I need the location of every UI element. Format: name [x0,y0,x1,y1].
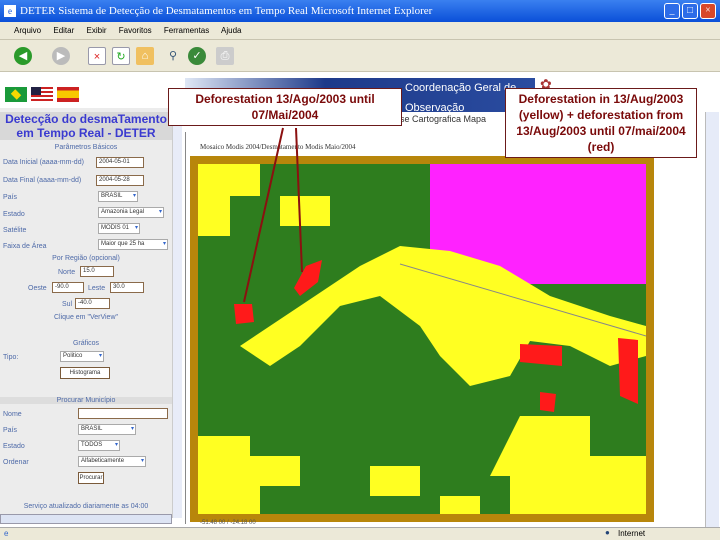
maximize-button[interactable]: □ [682,3,698,19]
region-header: Por Região (opcional) [52,255,120,262]
zone-label: Internet [618,529,646,538]
municipio-pais-select[interactable]: BRASIL [78,424,136,435]
map-tabs[interactable]: se Cartografica Mapa [400,114,486,124]
tipo-select[interactable]: Politico [60,351,104,362]
faixa-select[interactable]: Maior que 25 ha [98,239,168,250]
histograma-button[interactable]: Histograma [60,367,110,379]
globe-icon: ● [605,528,610,537]
panel-title: Detecção do desmaTamento em Tempo Real -… [0,112,172,140]
window-title: DETER Sistema de Detecção de Desmatament… [20,5,433,17]
menu-editar[interactable]: Editar [53,26,74,35]
menu-arquivo[interactable]: Arquivo [14,26,41,35]
left-panel: Detecção do desmaTamento em Tempo Real -… [0,108,172,518]
favorites-icon[interactable]: ✓ [188,47,206,65]
close-button[interactable]: × [700,3,716,19]
municipio-estado-select[interactable]: TODOS [78,440,120,451]
satelite-select[interactable]: MODIS 01 [98,223,140,234]
left-panel-scrollbar[interactable] [172,108,182,518]
municipio-estado-label: Estado [3,443,25,450]
menu-exibir[interactable]: Exibir [87,26,107,35]
data-final-input[interactable]: 2004-05-28 [96,175,144,186]
tipo-label: Tipo: [3,354,19,361]
menu-bar: Arquivo Editar Exibir Favoritos Ferramen… [0,22,720,40]
service-footer: Serviço atualizado diariamente as 04:00 [23,503,149,510]
banner-text: Coordenação Geral de Observação [405,82,517,114]
print-icon[interactable]: ⎙ [216,47,234,65]
deforestation-map[interactable] [190,156,654,522]
page-icon: e [4,529,9,538]
estado-label: Estado [3,211,25,218]
menu-favoritos[interactable]: Favoritos [119,26,152,35]
status-bar: e ● Internet [0,527,720,540]
map-panel-scrollbar[interactable] [705,112,719,527]
home-icon[interactable]: ⌂ [136,47,154,65]
pais-label: País [3,194,18,201]
data-inicial-input[interactable]: 2004-05-01 [96,157,144,168]
nome-label: Nome [3,411,22,418]
oeste-input[interactable]: -90.0 [52,282,84,293]
nome-input[interactable] [78,408,168,419]
oeste-label: Oeste [28,285,47,292]
flag-spain-icon[interactable] [57,87,79,102]
ie-icon: e [4,5,16,17]
stop-icon[interactable]: × [88,47,106,65]
estado-select[interactable]: Amazonia Legal [98,207,164,218]
forward-icon[interactable]: ▶ [52,47,70,65]
click-hint: Clique em "VerView" [54,314,118,321]
norte-label: Norte [58,269,76,276]
municipio-pais-label: País [3,427,18,434]
ordenar-select[interactable]: Alfabeticamente [78,456,146,467]
municipio-header: Procurar Município [0,397,172,404]
procurar-button[interactable]: Procurar [78,472,104,484]
minimize-button[interactable]: _ [664,3,680,19]
leste-label: Leste [88,285,106,292]
flag-usa-icon[interactable] [31,87,53,102]
menu-ajuda[interactable]: Ajuda [221,26,241,35]
data-final-label: Data Final (aaaa-mm-dd) [3,177,82,184]
map-caption: Mosaico Modis 2004/Desmatamento Modis Ma… [200,143,356,151]
leste-input[interactable]: 30.0 [110,282,144,293]
menu-ferramentas[interactable]: Ferramentas [164,26,209,35]
sul-label: Sul [62,301,73,308]
graficos-header: Gráficos [72,340,100,347]
satelite-label: Satélite [3,227,27,234]
title-bar: e DETER Sistema de Detecção de Desmatame… [0,0,720,22]
callout-left: Deforestation 13/Ago/2003 until 07/Mai/2… [168,88,402,126]
flag-brazil-icon[interactable] [5,87,27,102]
sul-input[interactable]: -40.0 [75,298,110,309]
search-icon[interactable]: ⚲ [164,47,182,65]
ordenar-label: Ordenar [3,459,29,466]
back-icon[interactable]: ◀ [14,47,32,65]
norte-input[interactable]: 15.0 [80,266,114,277]
refresh-icon[interactable]: ↻ [112,47,130,65]
data-inicial-label: Data Inicial (aaaa-mm-dd) [3,159,84,166]
map-coordinates: -51.48 00 / -24.18 00 [200,520,256,526]
callout-right: Deforestation in 13/Aug/2003 (yellow) + … [505,88,697,158]
basic-params-header: Parâmetros Básicos [54,144,118,151]
pais-select[interactable]: BRASIL [98,191,138,202]
left-panel-hscrollbar[interactable] [0,514,172,524]
toolbar: ◀ ▶ × ↻ ⌂ ⚲ ✓ ⎙ [0,40,720,72]
faixa-label: Faixa de Área [3,243,47,250]
